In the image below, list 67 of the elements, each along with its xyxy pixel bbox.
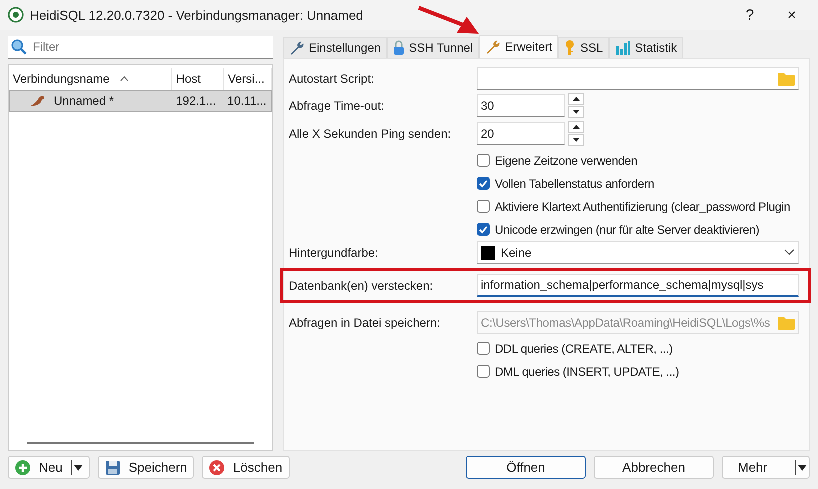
up-icon [572,97,580,101]
tab[interactable]: Einstellungen [283,37,388,58]
number-field[interactable]: 20 [477,122,565,145]
checkbox-label: Aktiviere Klartext Authentifizierung (clear_password Plugin [495,200,790,214]
caret-icon [74,464,83,470]
table-cell: 10.11... [228,94,267,108]
toolbar-button[interactable]: Speichern [98,456,194,479]
dialog-button[interactable]: Mehr [722,456,810,479]
field-label: Abfragen in Datei speichern: [289,316,442,330]
app-logo-icon [8,7,24,23]
filter-input[interactable]: Filter [31,39,270,55]
checkbox-label: Eigene Zeitzone verwenden [495,154,638,168]
checkbox[interactable] [477,154,490,167]
toolbar-button[interactable]: Neu [8,456,90,479]
lock-icon [393,40,406,56]
number-field[interactable]: 30 [477,94,565,117]
field-label: Autostart Script: [289,72,376,86]
table-cell: 192.1... [176,94,216,108]
dialog-button[interactable]: Öffnen [466,456,586,479]
tab[interactable]: SSH Tunnel [387,37,480,58]
down-icon [572,138,580,142]
bird-icon [30,95,46,107]
help-button[interactable]: ? [732,6,768,24]
field-label: Abfrage Time-out: [289,98,386,112]
caret-icon [798,464,807,470]
chevron-down-icon [784,249,795,256]
wrench-icon [485,39,502,55]
checkbox[interactable] [477,365,490,378]
window-title: HeidiSQL 12.20.0.7320 - Verbindungsmanager: Unnamed [30,8,364,22]
spin-down-button[interactable] [568,106,584,118]
file-path-field[interactable] [477,67,799,90]
field-label: Hintergundfarbe: [289,246,380,260]
scrollbar-thumb[interactable] [27,442,254,444]
spin-up-button[interactable] [568,93,584,105]
checkbox-label: DML queries (INSERT, UPDATE, ...) [495,364,680,378]
checkbox[interactable] [477,223,490,236]
checkbox-label: Unicode erzwingen (nur für alte Server deaktivieren) [495,222,760,236]
save-icon [104,460,121,476]
checkbox[interactable] [477,200,490,213]
color-dropdown[interactable]: Keine [477,241,799,264]
field-label: Alle X Sekunden Ping senden: [289,126,452,140]
spin-down-button[interactable] [568,134,584,146]
key-icon [564,40,576,56]
connection-row[interactable]: Unnamed * 192.1... 10.11... [9,90,272,112]
wrench-icon [289,40,305,56]
toolbar-button[interactable]: Löschen [202,456,290,479]
bar-chart-icon [615,40,632,56]
checkbox-label: Vollen Tabellenstatus anfordern [495,176,654,190]
delete-icon [209,460,226,476]
field-label: Datenbank(en) verstecken: [289,278,434,292]
sort-icon [120,76,129,82]
text-field[interactable]: information_schema|performance_schema|mysql|sys [477,274,799,297]
filter-field[interactable]: Filter [8,36,273,59]
checkbox-label: DDL queries (CREATE, ALTER, ...) [495,342,673,356]
dialog-button[interactable]: Abbrechen [594,456,714,479]
checkbox[interactable] [477,177,490,190]
tab[interactable]: Erweitert [479,35,558,58]
down-icon [572,110,580,114]
tab[interactable]: Statistik [609,37,684,58]
checkbox[interactable] [477,342,490,355]
up-icon [572,125,580,129]
tab[interactable]: SSL [558,37,610,58]
close-button[interactable]: × [774,6,810,24]
plus-icon [15,460,31,476]
spin-up-button[interactable] [568,121,584,133]
table-cell: Unnamed * [54,94,114,108]
search-icon [11,39,27,55]
